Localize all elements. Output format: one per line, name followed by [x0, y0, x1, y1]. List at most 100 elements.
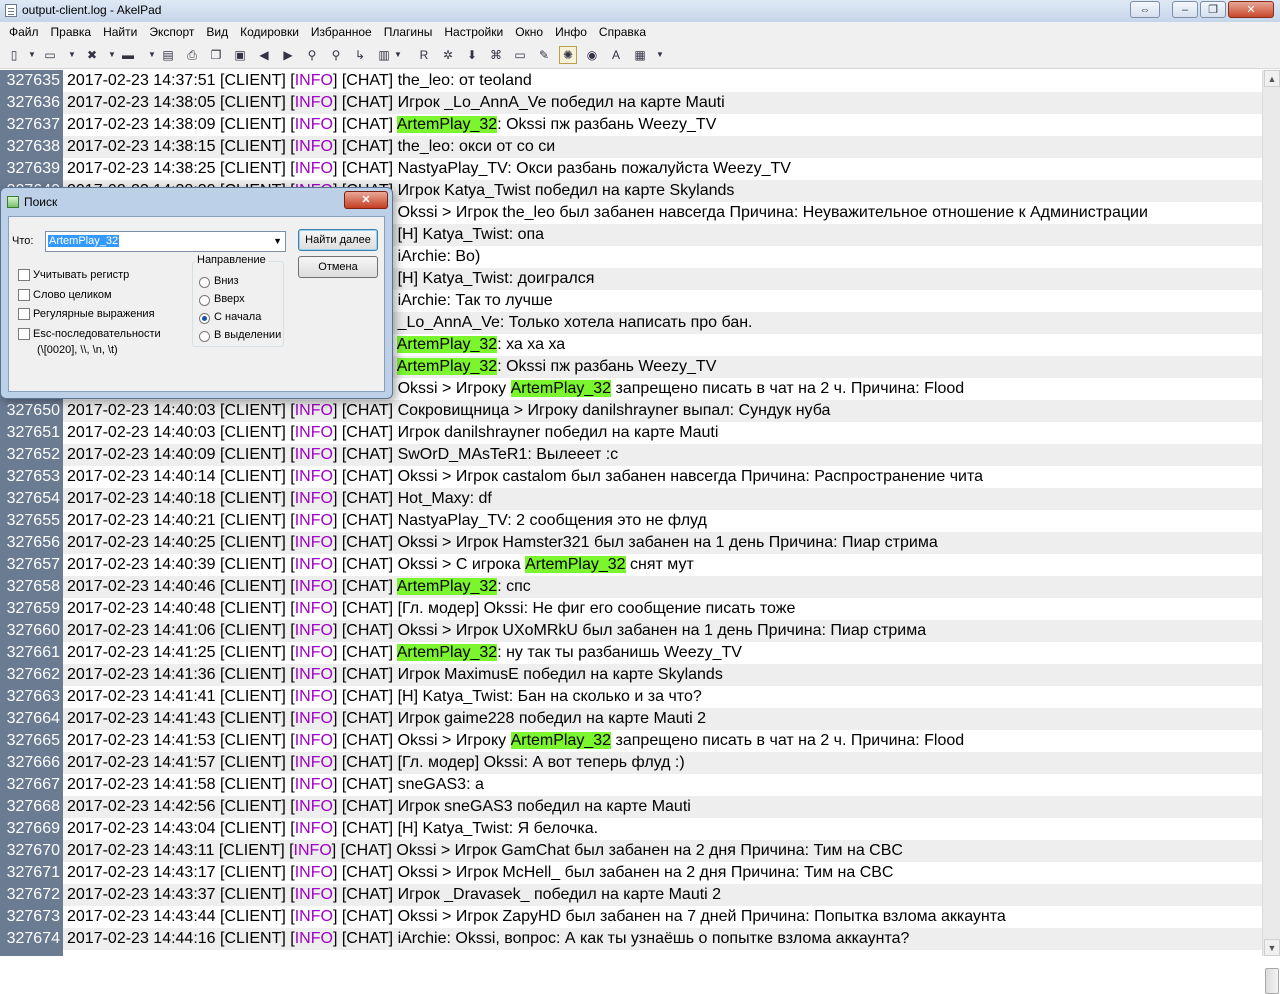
close-button[interactable]: ✕ [1228, 1, 1274, 18]
log-line[interactable]: 327673 2017-02-23 14:43:44 [CLIENT] [INFO… [0, 906, 1262, 928]
log-line[interactable]: 327671 2017-02-23 14:43:17 [CLIENT] [INFO… [0, 862, 1262, 884]
menu-item[interactable]: Правка [45, 22, 98, 42]
menu-item[interactable]: Экспорт [143, 22, 200, 42]
menu-item[interactable]: Избранное [305, 22, 378, 42]
replace-icon[interactable]: ⚲ [328, 47, 344, 63]
dropdown-arrow-icon[interactable]: ▼ [68, 47, 76, 63]
menu-item[interactable]: Инфо [549, 22, 593, 42]
minimize-button[interactable]: – [1172, 1, 1198, 18]
log-line[interactable]: 327659 2017-02-23 14:40:48 [CLIENT] [INFO… [0, 598, 1262, 620]
log-line[interactable]: 327635 2017-02-23 14:37:51 [CLIENT] [INFO… [0, 70, 1262, 92]
print-icon[interactable]: ⎙ [184, 47, 200, 63]
log-line[interactable]: 327654 2017-02-23 14:40:18 [CLIENT] [INFO… [0, 488, 1262, 510]
vertical-scrollbar[interactable]: ▲ ▼ [1262, 70, 1280, 994]
goto-icon[interactable]: ↳ [352, 47, 368, 63]
log-line[interactable]: 327672 2017-02-23 14:43:37 [CLIENT] [INFO… [0, 884, 1262, 906]
dropdown-arrow-icon[interactable]: ▼ [28, 47, 36, 63]
dropdown-arrow-icon[interactable]: ▼ [656, 47, 664, 63]
cancel-button[interactable]: Отмена [298, 256, 378, 278]
download-icon[interactable]: ⬇ [464, 47, 480, 63]
dropdown-arrow-icon[interactable]: ▼ [148, 47, 156, 63]
chevron-down-icon[interactable]: ▼ [273, 236, 282, 246]
log-text: 2017-02-23 14:41:53 [CLIENT] [INFO] [CHA… [63, 730, 1262, 752]
menu-item[interactable]: Плагины [378, 22, 439, 42]
log-line[interactable]: 327670 2017-02-23 14:43:11 [CLIENT] [INFO… [0, 840, 1262, 862]
log-line[interactable]: 327661 2017-02-23 14:41:25 [CLIENT] [INFO… [0, 642, 1262, 664]
restore-layout-icon[interactable]: ⇔ [1130, 1, 1160, 18]
ru-en-icon[interactable]: R [416, 47, 432, 63]
page-setup-icon[interactable]: ▤ [160, 47, 176, 63]
find-input-value[interactable]: ArtemPlay_32 [48, 235, 120, 247]
log-line[interactable]: 327668 2017-02-23 14:42:56 [CLIENT] [INFO… [0, 796, 1262, 818]
log-line[interactable]: 327666 2017-02-23 14:41:57 [CLIENT] [INFO… [0, 752, 1262, 774]
menu-item[interactable]: Файл [3, 22, 45, 42]
window-icon[interactable]: ▭ [512, 47, 528, 63]
code-icon[interactable]: ⌘ [488, 47, 504, 63]
font-icon[interactable]: A [608, 47, 624, 63]
regex-checkbox[interactable] [18, 308, 30, 320]
menu-item[interactable]: Найти [97, 22, 143, 42]
dialog-close-button[interactable]: ✕ [344, 191, 388, 209]
match-case-checkbox[interactable] [18, 269, 30, 281]
log-line[interactable]: 327657 2017-02-23 14:40:39 [CLIENT] [INFO… [0, 554, 1262, 576]
menu-item[interactable]: Настройки [438, 22, 509, 42]
whole-word-checkbox[interactable] [18, 289, 30, 301]
lightbulb-icon[interactable]: ✺ [559, 46, 577, 64]
direction-begin-radio[interactable] [199, 313, 210, 324]
menu-item[interactable]: Вид [200, 22, 234, 42]
direction-down-label: Вниз [214, 275, 239, 287]
menu-item[interactable]: Справка [593, 22, 652, 42]
log-line[interactable]: 327638 2017-02-23 14:38:15 [CLIENT] [INFO… [0, 136, 1262, 158]
log-line[interactable]: 327674 2017-02-23 14:44:16 [CLIENT] [INFO… [0, 928, 1262, 950]
find-next-button[interactable]: Найти далее [298, 229, 378, 251]
dropdown-arrow-icon[interactable]: ▼ [108, 47, 116, 63]
grid-icon[interactable]: ▦ [632, 47, 648, 63]
log-text: 2017-02-23 14:43:44 [CLIENT] [INFO] [CHA… [63, 906, 1262, 928]
log-line[interactable]: 327653 2017-02-23 14:40:14 [CLIENT] [INFO… [0, 466, 1262, 488]
layout-icon[interactable]: ▥ [376, 47, 392, 63]
copy-icon[interactable]: ❐ [208, 47, 224, 63]
undo-icon[interactable]: ◀ [256, 47, 272, 63]
open-folder-icon[interactable]: ▭ [42, 47, 58, 63]
find-icon[interactable]: ⚲ [304, 47, 320, 63]
scroll-thumb[interactable] [1265, 968, 1279, 994]
log-line[interactable]: 327651 2017-02-23 14:40:03 [CLIENT] [INFO… [0, 422, 1262, 444]
close-file-icon[interactable]: ✖ [84, 47, 100, 63]
log-source: [CLIENT] [220, 600, 286, 617]
log-line[interactable]: 327669 2017-02-23 14:43:04 [CLIENT] [INFO… [0, 818, 1262, 840]
direction-selection-radio[interactable] [199, 331, 210, 342]
scroll-up-icon[interactable]: ▲ [1264, 70, 1280, 87]
log-source: [CLIENT] [220, 138, 286, 155]
menu-item[interactable]: Кодировки [234, 22, 305, 42]
pencil-icon[interactable]: ✎ [536, 47, 552, 63]
log-line[interactable]: 327655 2017-02-23 14:40:21 [CLIENT] [INFO… [0, 510, 1262, 532]
log-line[interactable]: 327667 2017-02-23 14:41:58 [CLIENT] [INFO… [0, 774, 1262, 796]
log-line[interactable]: 327656 2017-02-23 14:40:25 [CLIENT] [INFO… [0, 532, 1262, 554]
log-level: INFO [293, 842, 332, 859]
log-line[interactable]: 327660 2017-02-23 14:41:06 [CLIENT] [INFO… [0, 620, 1262, 642]
log-line[interactable]: 327636 2017-02-23 14:38:05 [CLIENT] [INFO… [0, 92, 1262, 114]
escape-sequences-checkbox[interactable] [18, 328, 30, 340]
scroll-down-icon[interactable]: ▼ [1264, 939, 1280, 956]
maximize-button[interactable]: ❐ [1200, 1, 1226, 18]
new-file-icon[interactable]: ▯ [6, 47, 22, 63]
settings-icon[interactable]: ✲ [440, 47, 456, 63]
log-line[interactable]: 327658 2017-02-23 14:40:46 [CLIENT] [INFO… [0, 576, 1262, 598]
save-icon[interactable]: ▬ [120, 47, 136, 63]
log-line[interactable]: 327652 2017-02-23 14:40:09 [CLIENT] [INFO… [0, 444, 1262, 466]
direction-down-radio[interactable] [199, 277, 210, 288]
redo-icon[interactable]: ▶ [280, 47, 296, 63]
find-combobox[interactable]: ArtemPlay_32 ▼ [45, 231, 286, 252]
direction-up-radio[interactable] [199, 295, 210, 306]
log-line[interactable]: 327637 2017-02-23 14:38:09 [CLIENT] [INFO… [0, 114, 1262, 136]
log-line[interactable]: 327662 2017-02-23 14:41:36 [CLIENT] [INFO… [0, 664, 1262, 686]
dropdown-arrow-icon[interactable]: ▼ [394, 47, 402, 63]
log-line[interactable]: 327639 2017-02-23 14:38:25 [CLIENT] [INFO… [0, 158, 1262, 180]
log-line[interactable]: 327665 2017-02-23 14:41:53 [CLIENT] [INFO… [0, 730, 1262, 752]
log-line[interactable]: 327650 2017-02-23 14:40:03 [CLIENT] [INFO… [0, 400, 1262, 422]
log-line[interactable]: 327664 2017-02-23 14:41:43 [CLIENT] [INFO… [0, 708, 1262, 730]
log-line[interactable]: 327663 2017-02-23 14:41:41 [CLIENT] [INFO… [0, 686, 1262, 708]
paste-icon[interactable]: ▣ [232, 47, 248, 63]
theme-icon[interactable]: ◉ [584, 47, 600, 63]
menu-item[interactable]: Окно [509, 22, 549, 42]
